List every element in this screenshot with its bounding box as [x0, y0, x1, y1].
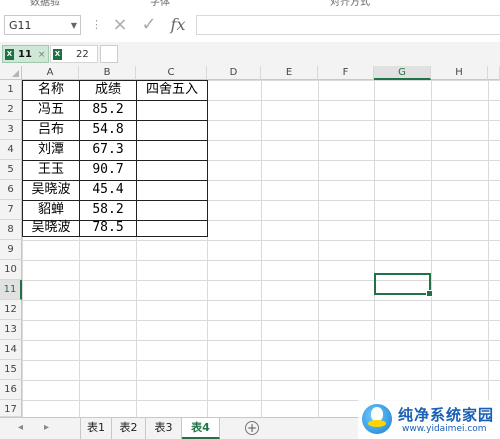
cell-c1[interactable]: 四舍五入 — [137, 80, 207, 100]
excel-icon: X — [5, 48, 14, 60]
row-header-12[interactable]: 12 — [0, 300, 22, 320]
gridline — [488, 80, 489, 417]
column-header-partial[interactable] — [488, 66, 500, 80]
next-sheet-icon[interactable]: ▸ — [44, 422, 49, 433]
column-header-h[interactable]: H — [431, 66, 488, 80]
row-header-8[interactable]: 8 — [0, 220, 22, 240]
column-header-a[interactable]: A — [22, 66, 79, 80]
cell-c6[interactable] — [137, 180, 207, 200]
watermark-url: www.yidaimei.com — [402, 424, 487, 434]
cell-b3[interactable]: 54.8 — [80, 120, 136, 140]
excel-icon: X — [53, 48, 62, 60]
prev-sheet-icon[interactable]: ◂ — [18, 422, 23, 433]
formula-input[interactable] — [196, 15, 500, 35]
cell-c5[interactable] — [137, 160, 207, 180]
row-header-9[interactable]: 9 — [0, 240, 22, 260]
table-border — [207, 80, 208, 237]
cell-a7[interactable]: 貂蝉 — [23, 200, 79, 220]
row-header-16[interactable]: 16 — [0, 380, 22, 400]
cell-b1[interactable]: 成绩 — [80, 80, 136, 100]
cell-a8[interactable]: 吴晓波 — [23, 218, 79, 238]
chevron-down-icon[interactable]: ▼ — [71, 16, 77, 36]
sheet-tab-4[interactable]: 表4 — [182, 418, 220, 439]
workbook-tab-11[interactable]: X 11 × — [2, 45, 49, 63]
close-icon[interactable]: × — [38, 50, 46, 60]
cell-c2[interactable] — [137, 100, 207, 120]
cell-a5[interactable]: 王玉 — [23, 160, 79, 180]
column-header-g[interactable]: G — [374, 66, 431, 80]
row-header-10[interactable]: 10 — [0, 260, 22, 280]
workbook-tab-label: 11 — [18, 49, 32, 60]
workbook-tab-bar: X 11 × X 22 — [0, 42, 500, 67]
cell-b5[interactable]: 90.7 — [80, 160, 136, 180]
cell-b7[interactable]: 58.2 — [80, 200, 136, 220]
row-header-6[interactable]: 6 — [0, 180, 22, 200]
cell-c7[interactable] — [137, 200, 207, 220]
gridline — [374, 80, 375, 417]
active-cell-g11[interactable] — [374, 273, 433, 297]
watermark-title: 纯净系统家园 — [398, 406, 495, 424]
select-all-corner[interactable] — [0, 66, 22, 80]
cell-a1[interactable]: 名称 — [23, 80, 79, 100]
more-icon: ⋮ — [91, 18, 102, 31]
sheet-tab-2[interactable]: 表2 — [112, 418, 146, 439]
name-box-value: G11 — [9, 19, 32, 32]
workbook-tab-22[interactable]: X 22 — [50, 45, 98, 63]
row-header-7[interactable]: 7 — [0, 200, 22, 220]
cell-a2[interactable]: 冯五 — [23, 100, 79, 120]
row-header-2[interactable]: 2 — [0, 100, 22, 120]
gridline — [431, 80, 432, 417]
row-header-14[interactable]: 14 — [0, 340, 22, 360]
cell-a6[interactable]: 吴晓波 — [23, 180, 79, 200]
cell-b8[interactable]: 78.5 — [80, 218, 136, 238]
formula-bar: G11 ▼ ⋮ × ✓ fx — [0, 6, 500, 43]
column-header-d[interactable]: D — [207, 66, 261, 80]
column-header-f[interactable]: F — [318, 66, 374, 80]
cell-b4[interactable]: 67.3 — [80, 140, 136, 160]
row-header-15[interactable]: 15 — [0, 360, 22, 380]
gridline — [318, 80, 319, 417]
row-header-1[interactable]: 1 — [0, 80, 22, 100]
column-header-b[interactable]: B — [79, 66, 136, 80]
cancel-icon[interactable]: × — [109, 13, 131, 37]
enter-icon[interactable]: ✓ — [138, 13, 160, 37]
gridline — [261, 80, 262, 417]
cell-c4[interactable] — [137, 140, 207, 160]
workbook-tab-label: 22 — [76, 49, 89, 60]
watermark-logo-icon — [362, 404, 392, 434]
cell-c8[interactable] — [137, 218, 207, 238]
row-header-11[interactable]: 11 — [0, 280, 22, 300]
cell-b2[interactable]: 85.2 — [80, 100, 136, 120]
cell-a3[interactable]: 吕布 — [23, 120, 79, 140]
row-header-4[interactable]: 4 — [0, 140, 22, 160]
cell-b6[interactable]: 45.4 — [80, 180, 136, 200]
row-header-5[interactable]: 5 — [0, 160, 22, 180]
new-workbook-button[interactable] — [100, 45, 118, 63]
sheet-tab-1[interactable]: 表1 — [80, 418, 112, 439]
cell-a4[interactable]: 刘潭 — [23, 140, 79, 160]
sheet-tab-3[interactable]: 表3 — [146, 418, 182, 439]
row-header-3[interactable]: 3 — [0, 120, 22, 140]
watermark: 纯净系统家园 www.yidaimei.com — [358, 400, 500, 439]
column-header-e[interactable]: E — [261, 66, 318, 80]
add-sheet-button[interactable]: + — [245, 421, 259, 435]
insert-function-icon[interactable]: fx — [167, 13, 189, 37]
name-box[interactable]: G11 ▼ — [4, 15, 81, 35]
cell-c3[interactable] — [137, 120, 207, 140]
row-header-17[interactable]: 17 — [0, 400, 22, 417]
row-header-13[interactable]: 13 — [0, 320, 22, 340]
column-header-c[interactable]: C — [136, 66, 207, 80]
